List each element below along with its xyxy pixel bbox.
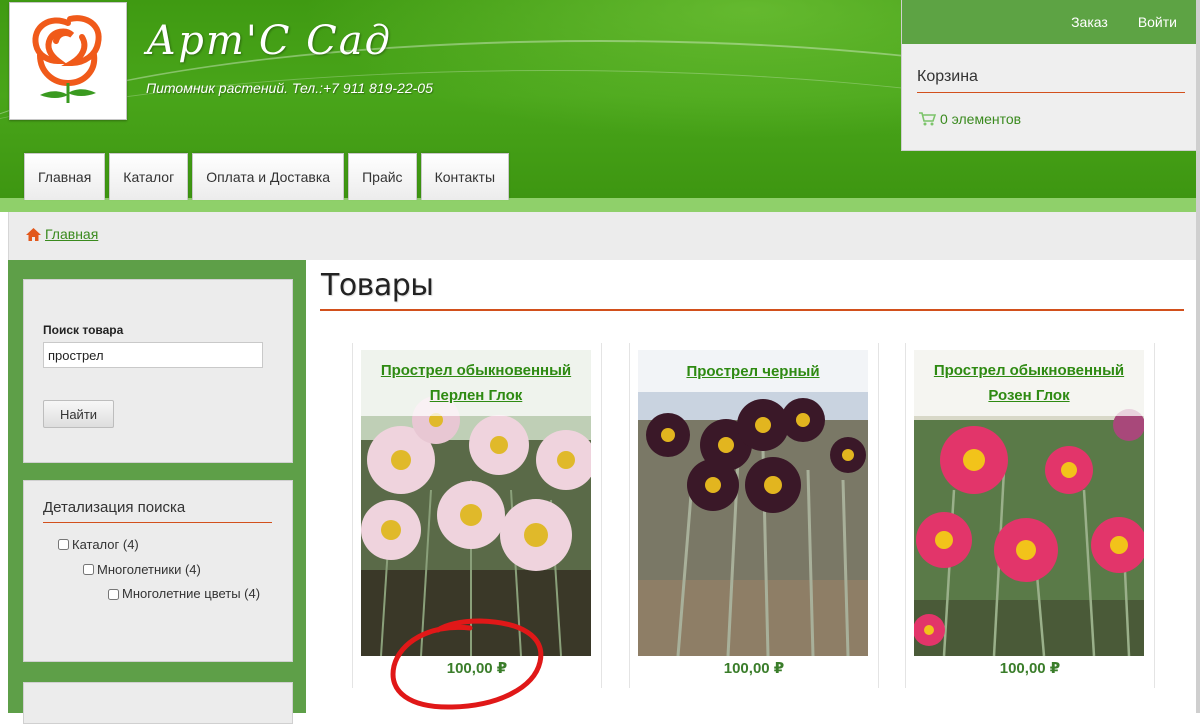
filter-perennials-checkbox[interactable] <box>83 564 94 575</box>
breadcrumb-home[interactable]: Главная <box>25 226 98 242</box>
refine-title: Детализация поиска <box>43 499 186 516</box>
product-name-link[interactable]: Прострел обыкновенный Перлен Глок <box>361 358 591 408</box>
sidebar-box-3 <box>23 682 293 724</box>
cart-count-text: 0 элементов <box>940 111 1022 127</box>
refine-box: Детализация поиска Каталог (4) Многолетн… <box>23 480 293 662</box>
page-title: Товары <box>321 268 434 303</box>
main-nav: Главная Каталог Оплата и Доставка Прайс … <box>24 153 510 200</box>
search-input[interactable] <box>43 342 263 368</box>
filter-perennial-flowers[interactable]: Многолетние цветы (4) <box>108 586 268 605</box>
filter-perennial-flowers-checkbox[interactable] <box>108 589 119 600</box>
home-icon <box>26 227 41 241</box>
product-photo-pasque-black <box>638 350 868 656</box>
cart-count-link[interactable]: 0 элементов <box>918 111 1021 127</box>
nav-payment-delivery[interactable]: Оплата и Доставка <box>192 153 345 200</box>
search-button[interactable]: Найти <box>43 400 114 428</box>
filter-perennials[interactable]: Многолетники (4) <box>83 562 201 577</box>
search-label: Поиск товара <box>43 323 124 337</box>
user-links-bar: Заказ Войти <box>902 0 1200 44</box>
product-card[interactable]: Прострел обыкновенный Розен Глок 100,00 … <box>905 343 1155 688</box>
product-name-link[interactable]: Прострел обыкновенный Розен Глок <box>914 358 1144 408</box>
order-link[interactable]: Заказ <box>1071 14 1108 30</box>
filter-catalog-label: Каталог (4) <box>72 537 139 552</box>
filter-catalog[interactable]: Каталог (4) <box>58 537 139 552</box>
nav-catalog[interactable]: Каталог <box>109 153 189 200</box>
nav-contacts[interactable]: Контакты <box>420 153 510 200</box>
product-price: 100,00 ₽ <box>723 660 785 677</box>
site-title[interactable]: Арт'С Сад <box>146 18 392 64</box>
title-divider <box>320 309 1184 311</box>
filter-perennial-flowers-label: Многолетние цветы (4) <box>122 586 261 601</box>
rose-logo-icon <box>32 15 102 103</box>
nav-home[interactable]: Главная <box>24 153 106 200</box>
breadcrumb-home-label: Главная <box>45 226 99 242</box>
cart-title: Корзина <box>917 68 978 85</box>
product-name-overlay: Прострел обыкновенный Розен Глок <box>914 350 1144 416</box>
product-image[interactable]: Прострел черный <box>638 350 868 656</box>
filter-catalog-checkbox[interactable] <box>58 539 69 550</box>
product-card[interactable]: Прострел обыкновенный Перлен Глок 100,00… <box>352 343 602 688</box>
site-subtitle: Питомник растений. Тел.:+7 911 819-22-05 <box>146 80 433 96</box>
product-name-overlay: Прострел обыкновенный Перлен Глок <box>361 350 591 416</box>
sidebar: Поиск товара Найти Детализация поиска Ка… <box>8 260 306 724</box>
product-image[interactable]: Прострел обыкновенный Розен Глок <box>914 350 1144 656</box>
product-price: 100,00 ₽ <box>999 660 1061 677</box>
cart-panel: Заказ Войти Корзина 0 элементов <box>901 0 1200 151</box>
nav-price[interactable]: Прайс <box>348 153 417 200</box>
window-edge <box>1196 0 1200 713</box>
product-price: 100,00 ₽ <box>446 660 508 677</box>
cart-divider <box>917 92 1185 93</box>
product-card[interactable]: Прострел черный 100,00 ₽ <box>629 343 879 688</box>
product-image[interactable]: Прострел обыкновенный Перлен Глок <box>361 350 591 656</box>
search-box: Поиск товара Найти <box>23 279 293 463</box>
shopping-cart-icon <box>919 112 936 126</box>
breadcrumb: Главная <box>8 212 1200 260</box>
login-link[interactable]: Войти <box>1138 14 1177 30</box>
site-logo[interactable] <box>9 2 127 120</box>
product-name-link[interactable]: Прострел черный <box>680 359 825 384</box>
header-band <box>0 198 1200 212</box>
filter-perennials-label: Многолетники (4) <box>97 562 201 577</box>
refine-divider <box>43 522 272 523</box>
product-name-overlay: Прострел черный <box>638 350 868 392</box>
